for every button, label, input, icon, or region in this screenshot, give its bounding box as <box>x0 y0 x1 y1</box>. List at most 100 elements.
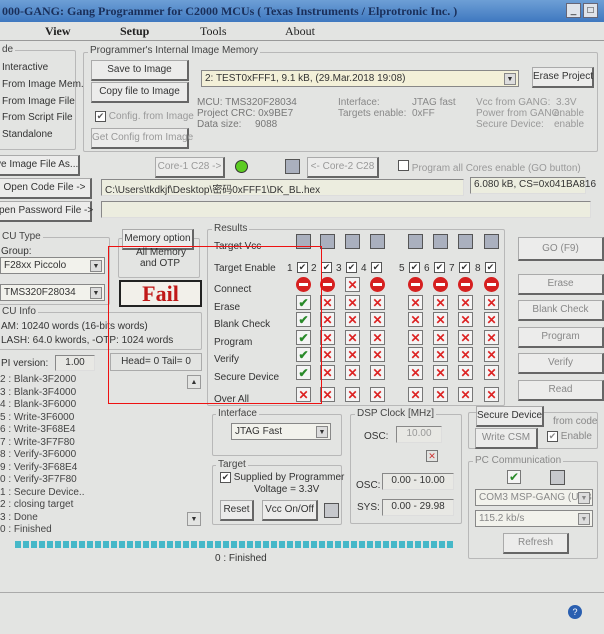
fail-x-icon: ✕ <box>345 365 360 380</box>
copy-file-to-image-button[interactable]: Copy file to Image <box>91 82 189 103</box>
target-enable-checkbox[interactable]: ✔ <box>409 262 420 273</box>
progress-segment <box>279 541 285 548</box>
status-text: 0 : Finished <box>215 553 267 564</box>
progress-segment <box>223 541 229 548</box>
mode-image-file[interactable]: From Image File <box>2 96 75 107</box>
progress-segment <box>55 541 61 548</box>
progress-segment <box>199 541 205 548</box>
progress-segment <box>231 541 237 548</box>
api-version-field: 1.00 <box>55 355 95 371</box>
action-button-1[interactable]: Erase <box>518 274 604 295</box>
core1-button[interactable]: Core-1 C28 -> <box>155 157 225 178</box>
log-line: 3 : Done <box>0 511 38 523</box>
secure-device-button[interactable]: Secure Device <box>476 406 544 427</box>
action-button-2[interactable]: Blank Check <box>518 300 604 321</box>
group-select[interactable]: F28xx Piccolo ▼ <box>0 257 105 274</box>
status-led-icon <box>235 160 248 173</box>
erase-project-button[interactable]: Erase Project <box>532 67 594 88</box>
password-path-field[interactable] <box>101 201 591 218</box>
osc-field[interactable]: 10.00 <box>396 426 442 443</box>
target-enable-checkbox[interactable]: ✔ <box>371 262 382 273</box>
progress-segment <box>191 541 197 548</box>
fail-x-icon: ✕ <box>345 295 360 310</box>
target-enable-checkbox[interactable]: ✔ <box>485 262 496 273</box>
save-to-image-button[interactable]: Save to Image <box>91 60 189 81</box>
log-line: 6 : Write-3F68E4 <box>0 424 76 435</box>
reset-button[interactable]: Reset <box>220 500 254 521</box>
menu-tools[interactable]: Tools <box>200 24 227 39</box>
stop-icon <box>484 277 499 292</box>
get-config-button[interactable]: Get Config from Image <box>91 128 193 149</box>
target-vcc-indicator <box>345 234 360 249</box>
mode-image-mem[interactable]: From Image Mem. <box>2 79 84 90</box>
fail-x-icon: ✕ <box>433 347 448 362</box>
mode-script-file[interactable]: From Script File <box>2 112 73 123</box>
target-number: 7 <box>449 263 455 274</box>
code-path-field[interactable]: C:\Users\tkdkjf\Desktop\密码0xFFF1\DK_BL.h… <box>101 179 464 196</box>
menu-setup[interactable]: Setup <box>120 24 149 39</box>
stop-icon <box>370 277 385 292</box>
sys-label: SYS: <box>357 502 380 513</box>
target-enable-checkbox[interactable]: ✔ <box>346 262 357 273</box>
minimize-button[interactable]: _ <box>566 3 581 18</box>
write-csm-button[interactable]: Write CSM <box>475 428 538 449</box>
core2-button[interactable]: <- Core-2 C28 <box>307 157 379 178</box>
fail-x-icon: ✕ <box>458 330 473 345</box>
fail-x-icon: ✕ <box>370 295 385 310</box>
interface-select-value: JTAG Fast <box>235 426 283 437</box>
maximize-button[interactable]: □ <box>583 3 598 18</box>
progress-segment <box>431 541 437 548</box>
fail-x-icon: ✕ <box>320 295 335 310</box>
device-select[interactable]: TMS320F28034 ▼ <box>0 284 105 301</box>
fail-x-icon: ✕ <box>458 365 473 380</box>
progress-segment <box>359 541 365 548</box>
mcu-info: MCU: TMS320F28034 <box>197 97 297 108</box>
action-button-5[interactable]: Read <box>518 380 604 401</box>
save-image-file-button[interactable]: ve Image File As... <box>0 155 80 176</box>
action-button-0[interactable]: GO (F9) <box>518 237 604 261</box>
supplied-checkbox[interactable]: ✔ Supplied by Programmer <box>220 472 344 483</box>
mode-interactive[interactable]: Interactive <box>2 62 48 73</box>
chevron-down-icon: ▼ <box>316 426 328 438</box>
action-button-3[interactable]: Program <box>518 327 604 348</box>
progress-segment <box>135 541 141 548</box>
enable-checkbox[interactable]: ✔ Enable <box>547 431 592 442</box>
refresh-button[interactable]: Refresh <box>503 533 569 554</box>
vcc-value: 3.3V <box>556 97 577 108</box>
target-enable-checkbox[interactable]: ✔ <box>434 262 445 273</box>
action-button-4[interactable]: Verify <box>518 353 604 374</box>
scroll-down-button[interactable]: ▼ <box>187 512 201 526</box>
progress-segment <box>399 541 405 548</box>
interface-select[interactable]: JTAG Fast ▼ <box>231 423 331 440</box>
target-enable-checkbox[interactable]: ✔ <box>321 262 332 273</box>
target-vcc-indicator <box>370 234 385 249</box>
log-line: 8 : Verify-3F6000 <box>0 449 77 460</box>
progress-segment <box>263 541 269 548</box>
baud-select[interactable]: 115.2 kb/s ▼ <box>475 510 593 527</box>
osc-label: OSC: <box>364 431 389 442</box>
stop-icon <box>433 277 448 292</box>
port-select[interactable]: COM3 MSP-GANG (USB ▼ <box>475 489 593 506</box>
config-from-image-checkbox[interactable]: ✔ Config. from Image <box>95 111 194 122</box>
image-select[interactable]: 2: TEST0xFFF1, 9.1 kB, (29.Mar.2018 19:0… <box>201 70 519 87</box>
help-icon[interactable]: ? <box>568 605 582 619</box>
progress-segment <box>415 541 421 548</box>
fail-x-icon: ✕ <box>484 365 499 380</box>
progress-segment <box>375 541 381 548</box>
mode-standalone[interactable]: Standalone <box>2 129 53 140</box>
fail-x-icon: ✕ <box>320 330 335 345</box>
menu-view[interactable]: View <box>45 24 71 39</box>
progress-segment <box>367 541 373 548</box>
vcc-onoff-button[interactable]: Vcc On/Off <box>262 500 318 521</box>
dsp-clock-legend: DSP Clock [MHz] <box>355 408 437 419</box>
progress-segment <box>151 541 157 548</box>
target-enable-checkbox[interactable]: ✔ <box>459 262 470 273</box>
menu-about[interactable]: About <box>285 24 315 39</box>
open-password-file-button[interactable]: pen Password File -> <box>0 201 93 222</box>
open-code-file-button[interactable]: Open Code File -> <box>0 178 92 199</box>
baud-value: 115.2 kb/s <box>479 513 525 524</box>
interface-legend: Interface <box>216 408 259 419</box>
program-all-cores-checkbox[interactable]: Program all Cores enable (GO button) <box>398 160 581 174</box>
fail-x-icon: ✕ <box>433 387 448 402</box>
targets-label: Targets enable: <box>338 108 407 119</box>
